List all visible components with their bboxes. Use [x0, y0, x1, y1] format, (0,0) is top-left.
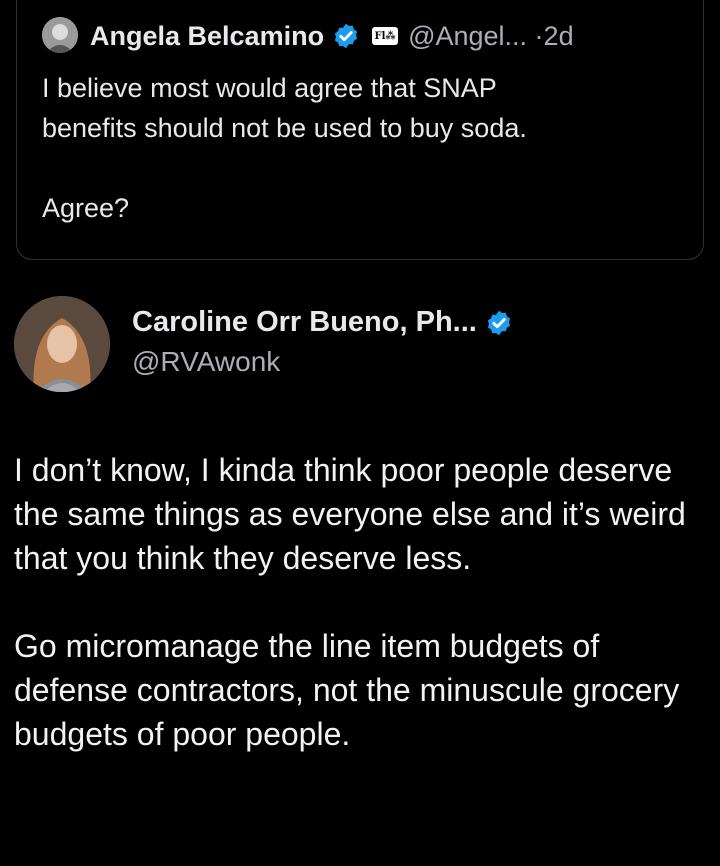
reply-paragraph: Go micromanage the line item budgets of …: [14, 628, 680, 752]
reply-author-handle[interactable]: @RVAwonk: [132, 346, 280, 378]
quoted-tweet-header: Angela Belcamino Fl⁂ @Angel... ·2d: [42, 16, 574, 56]
quoted-author-handle: @Angel... ·2d: [408, 20, 574, 51]
affiliation-badge-icon[interactable]: Fl⁂: [372, 27, 399, 45]
reply-author-name[interactable]: Caroline Orr Bueno, Ph...: [132, 306, 477, 339]
reply-paragraph: I don’t know, I kinda think poor people …: [14, 452, 686, 576]
verified-badge-icon: [485, 309, 513, 337]
reply-tweet-text: I don’t know, I kinda think poor people …: [14, 448, 714, 800]
quoted-tweet-text: I believe most would agree that SNAP ben…: [42, 73, 527, 223]
reply-author-name-row: Caroline Orr Bueno, Ph...: [132, 306, 513, 339]
quoted-author-name[interactable]: Angela Belcamino: [90, 21, 324, 52]
reply-author-avatar[interactable]: [14, 296, 110, 392]
quoted-post-time: 2d: [543, 20, 574, 51]
verified-badge-icon: [332, 22, 360, 50]
